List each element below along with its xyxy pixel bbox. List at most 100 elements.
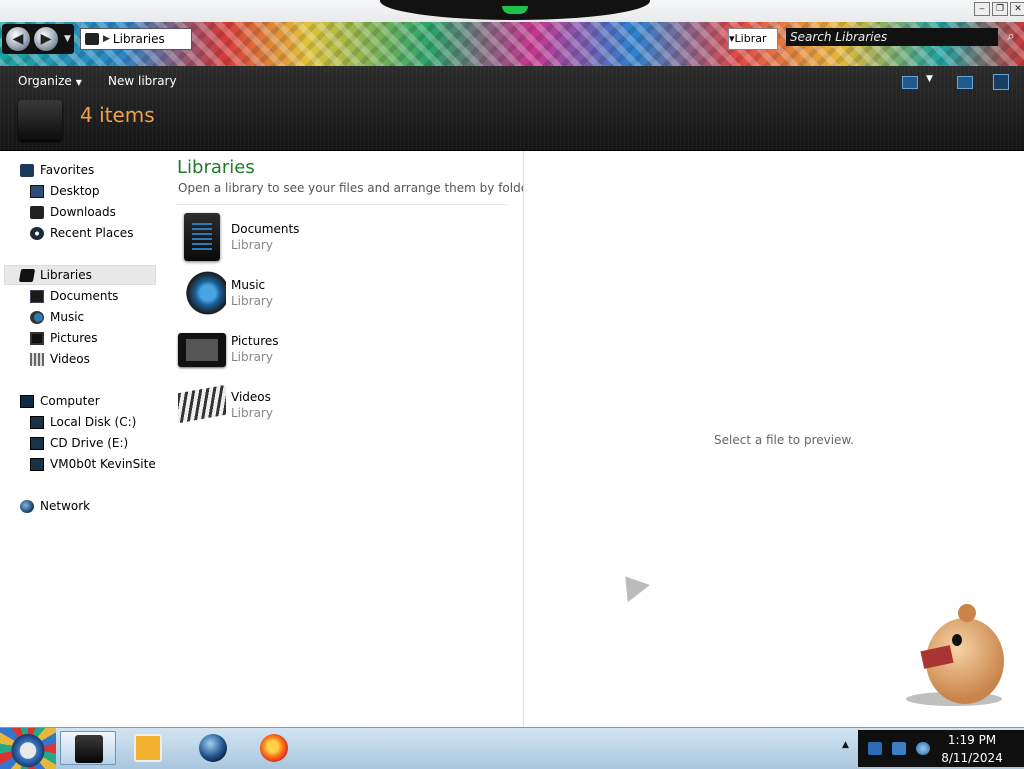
library-videos[interactable]: Videos Library — [178, 381, 478, 431]
tray-app-icon[interactable] — [868, 742, 882, 755]
nav-downloads[interactable]: Downloads — [30, 202, 116, 222]
new-library-button[interactable]: New library — [108, 74, 177, 88]
cd-drive-icon — [30, 436, 44, 450]
favorites-icon — [20, 163, 34, 177]
taskbar-explorer[interactable] — [60, 731, 116, 765]
nav-documents[interactable]: Documents — [30, 286, 118, 306]
nav-cd-drive[interactable]: CD Drive (E:) — [30, 433, 128, 453]
library-pictures[interactable]: Pictures Library — [178, 325, 478, 375]
preview-pane-icon[interactable] — [957, 76, 973, 89]
help-icon[interactable] — [993, 74, 1009, 90]
library-name: Documents — [231, 222, 300, 236]
action-center-icon[interactable] — [892, 742, 906, 755]
address-bar[interactable]: ▶ Libraries — [80, 28, 192, 50]
nav-pictures[interactable]: Pictures — [30, 328, 98, 348]
hamster-eye — [952, 634, 962, 646]
nav-music-label: Music — [50, 310, 85, 324]
computer-icon — [20, 394, 34, 408]
show-hidden-icons-icon[interactable]: ▲ — [842, 740, 854, 756]
change-view-icon[interactable] — [902, 76, 918, 89]
library-documents[interactable]: Documents Library — [178, 213, 478, 263]
nav-libraries[interactable]: Libraries — [18, 265, 92, 285]
breadcrumb-chevron-icon[interactable]: ▶ — [103, 34, 110, 44]
nav-music[interactable]: Music — [30, 307, 84, 327]
network-status-icon[interactable] — [916, 742, 930, 755]
nav-recent-places[interactable]: Recent Places — [30, 223, 133, 243]
globe-icon — [199, 734, 227, 762]
maximize-button[interactable]: ❐ — [992, 2, 1008, 16]
nav-network-label: Network — [40, 499, 91, 513]
nav-favorites-label: Favorites — [40, 163, 95, 177]
hamster-ear — [958, 604, 976, 622]
clock-date[interactable]: 8/11/2024 — [930, 751, 1014, 765]
recent-pages-chevron-icon[interactable]: ▼ — [64, 34, 71, 44]
library-type: Library — [231, 406, 273, 420]
explorer-icon — [75, 735, 103, 763]
page-subtitle: Open a library to see your files and arr… — [178, 181, 544, 195]
library-type: Library — [231, 350, 273, 364]
view-options-chevron-icon[interactable]: ▼ — [926, 74, 933, 84]
chevron-down-icon: ▼ — [75, 78, 82, 87]
taskbar-firefox[interactable] — [246, 731, 302, 765]
library-name: Videos — [231, 390, 271, 404]
search-input[interactable]: Search Libraries — [786, 28, 998, 46]
media-player-icon — [134, 734, 162, 762]
nav-local-disk[interactable]: Local Disk (C:) — [30, 412, 136, 432]
pictures-library-icon — [178, 333, 226, 367]
address-dropdown[interactable]: ▾Librar — [728, 28, 778, 50]
nav-network-drive[interactable]: VM0b0t KevinSite — [30, 454, 156, 474]
disk-icon — [30, 415, 44, 429]
search-icon[interactable]: ⌕ — [1002, 28, 1020, 46]
minimize-button[interactable]: ‒ — [974, 2, 990, 16]
libraries-icon — [18, 268, 36, 282]
title-bar: ‒ ❐ ✕ ◀ ▶ ▼ ▶ Libraries ▾Librar Search L… — [0, 0, 1024, 66]
downloads-icon — [30, 205, 44, 219]
window-controls: ‒ ❐ ✕ — [974, 2, 1024, 16]
organize-button[interactable]: Organize ▼ — [18, 74, 82, 88]
back-button[interactable]: ◀ — [6, 27, 30, 51]
videos-library-icon — [178, 384, 226, 424]
clock-time[interactable]: 1:19 PM — [930, 733, 1014, 747]
start-button[interactable] — [0, 728, 56, 769]
nav-desktop[interactable]: Desktop — [30, 181, 100, 201]
hamster-desktop-pet — [906, 604, 1006, 708]
address-dropdown-text: Librar — [734, 32, 767, 45]
library-name: Pictures — [231, 334, 279, 348]
firefox-icon — [260, 734, 288, 762]
taskbar: ▲ — [0, 727, 1024, 769]
item-count: 4 items — [80, 103, 155, 127]
library-name: Music — [231, 278, 266, 292]
nav-downloads-label: Downloads — [50, 205, 116, 219]
nav-pictures-label: Pictures — [50, 331, 98, 345]
nav-buttons: ◀ ▶ ▼ — [2, 24, 74, 54]
preview-message: Select a file to preview. — [714, 433, 854, 447]
close-button[interactable]: ✕ — [1010, 2, 1024, 16]
forward-button[interactable]: ▶ — [34, 27, 58, 51]
documents-icon — [30, 289, 44, 303]
nav-computer-label: Computer — [40, 394, 100, 408]
breadcrumb-libraries[interactable]: Libraries — [113, 32, 165, 46]
nav-network-drive-label: VM0b0t KevinSite — [50, 457, 156, 471]
header-divider — [176, 204, 508, 205]
nav-favorites[interactable]: Favorites — [20, 160, 94, 180]
organize-label: Organize — [18, 74, 72, 88]
network-icon — [20, 499, 34, 513]
taskbar-globe[interactable] — [185, 731, 241, 765]
taskbar-media-player[interactable] — [120, 731, 176, 765]
nav-libraries-label: Libraries — [40, 268, 92, 282]
nav-desktop-label: Desktop — [50, 184, 100, 198]
music-library-icon — [178, 269, 226, 317]
page-title: Libraries — [177, 157, 255, 178]
nav-cd-drive-label: CD Drive (E:) — [50, 436, 129, 450]
network-drive-icon — [30, 457, 44, 471]
library-music[interactable]: Music Library — [178, 269, 478, 319]
desktop-icon — [30, 184, 44, 198]
library-type: Library — [231, 238, 273, 252]
nav-videos[interactable]: Videos — [30, 349, 90, 369]
nav-documents-label: Documents — [50, 289, 119, 303]
green-light-icon — [502, 6, 528, 14]
music-icon — [30, 310, 44, 324]
nav-computer[interactable]: Computer — [20, 391, 100, 411]
pictures-icon — [30, 331, 44, 345]
nav-network[interactable]: Network — [20, 496, 90, 516]
